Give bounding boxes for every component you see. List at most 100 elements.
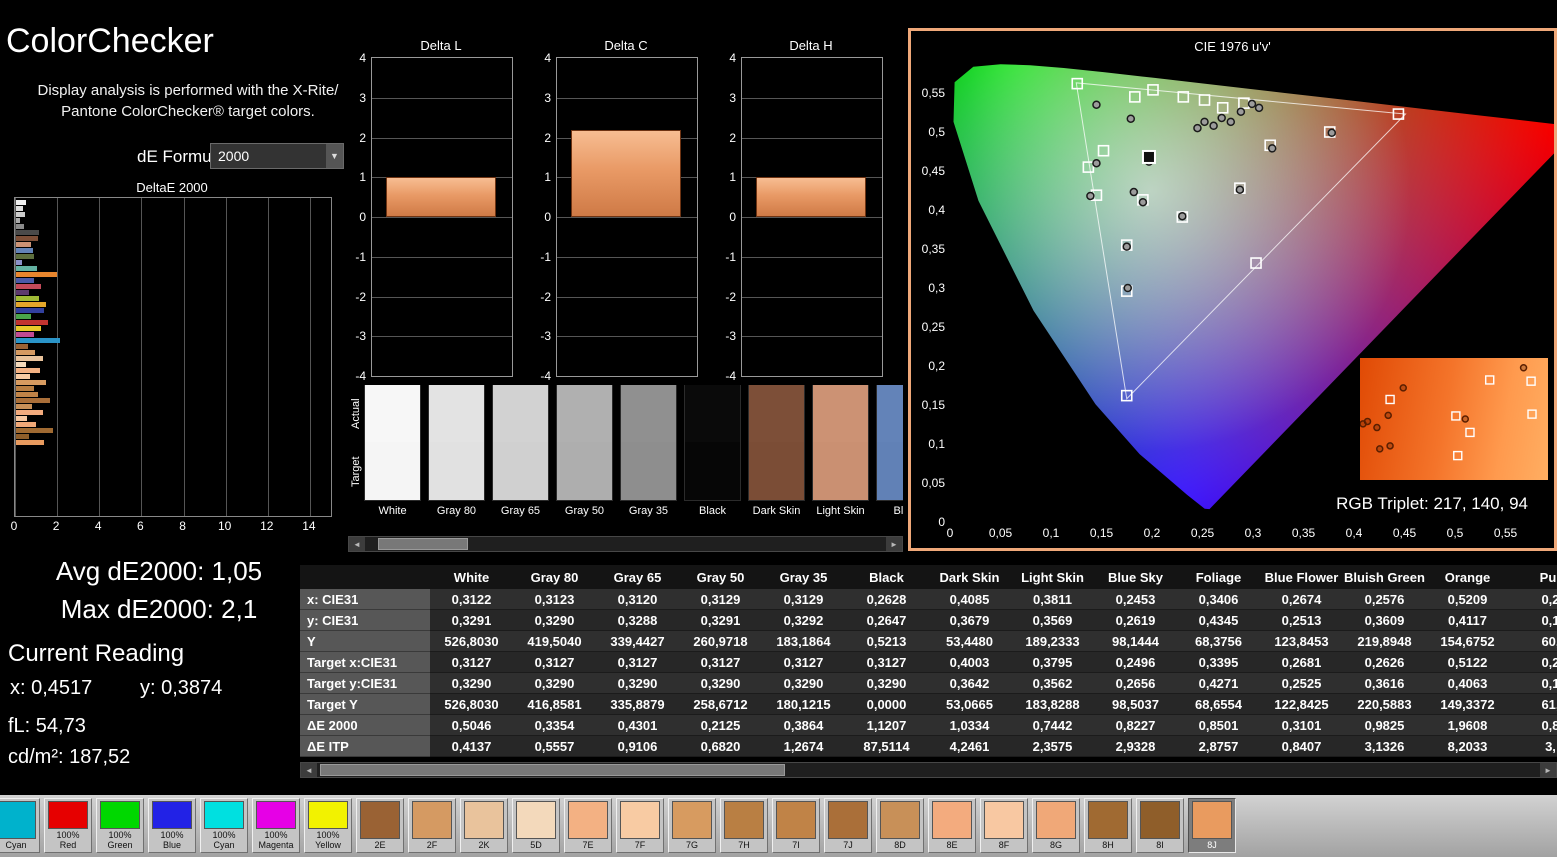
patch-button-cyan[interactable]: Cyan [0, 798, 40, 853]
table-row-label: Target x:CIE31 [300, 652, 430, 673]
swatch-actual [493, 385, 548, 442]
patch-button-7e[interactable]: 7E [564, 798, 612, 853]
table-cell: 0,4003 [949, 654, 990, 670]
table-scroll-track[interactable] [317, 763, 1540, 777]
patch-button-7h[interactable]: 7H [720, 798, 768, 853]
patch-swatch [0, 801, 36, 839]
table-scroll-right-button[interactable]: ► [1540, 763, 1556, 777]
cie-target-marker [1198, 94, 1211, 106]
delta-gridline [742, 256, 882, 258]
patch-button-100-yellow[interactable]: 100% Yellow [304, 798, 352, 853]
table-cell: 149,3372 [1440, 696, 1495, 712]
swatch-light-skin: Light Skin [812, 385, 869, 517]
patch-button-7f[interactable]: 7F [616, 798, 664, 853]
table-column-header-gray-50: Gray 50 [696, 569, 745, 585]
table-column-header-light-skin: Light Skin [1021, 569, 1084, 585]
delta-y-tick: -1 [540, 249, 551, 264]
patch-button-7j[interactable]: 7J [824, 798, 872, 853]
patch-button-2f[interactable]: 2F [408, 798, 456, 853]
table-cell: 0,3127 [700, 654, 741, 670]
swatch-label: Gray 50 [564, 505, 605, 517]
table-row-label: Target Y [300, 694, 430, 715]
description-line-2: Pantone ColorChecker® target colors. [61, 103, 315, 120]
deltae-bar-8i [16, 434, 29, 439]
table-column-header-bluish-green: Bluish Green [1344, 569, 1425, 585]
table-cell: 0,3122 [451, 591, 492, 607]
patch-label: 7G [685, 840, 698, 850]
patch-button-100-blue[interactable]: 100% Blue [148, 798, 196, 853]
table-scroll-thumb[interactable] [320, 764, 785, 776]
cie-x-tick: 0,15 [1090, 526, 1114, 540]
patch-button-8g[interactable]: 8G [1032, 798, 1080, 853]
delta-y-tick: 3 [544, 90, 551, 105]
cie-y-tick: 0,05 [922, 476, 946, 490]
patch-button-100-red[interactable]: 100% Red [44, 798, 92, 853]
table-row-values: 0,3291 0,3290 0,3288 0,3291 0,3292 0,2647 0,36… [430, 610, 1557, 631]
deltae-bar-yellow [16, 326, 41, 331]
patch-button-100-green[interactable]: 100% Green [96, 798, 144, 853]
table-cell: 0,3395 [1198, 654, 1239, 670]
table-cell: 183,1864 [776, 633, 831, 649]
patch-label: 7I [792, 840, 800, 850]
patch-swatch [100, 801, 140, 829]
swatch-strip: Actual Target White Gray 80 Gray 65 Gray 50… [348, 385, 903, 520]
table-cell: 0,1 [1541, 675, 1557, 691]
delta-bar [386, 177, 496, 217]
delta-y-tick: -1 [355, 249, 366, 264]
patch-swatch [152, 801, 192, 829]
delta-gridline [742, 336, 882, 338]
table-scrollbar[interactable]: ◄ ► [300, 762, 1557, 778]
patch-button-8i[interactable]: 8I [1136, 798, 1184, 853]
swatch-colors [556, 385, 613, 501]
patch-button-7i[interactable]: 7I [772, 798, 820, 853]
patch-button-2e[interactable]: 2E [356, 798, 404, 853]
table-cell: 0,0000 [866, 696, 907, 712]
cie-measurement-marker [1200, 117, 1209, 127]
cie-title: CIE 1976 u'v' [1194, 39, 1271, 54]
table-scroll-left-button[interactable]: ◄ [301, 763, 317, 777]
cie-measurement-marker [1129, 187, 1139, 197]
deltae-bar-blue-sky [16, 248, 34, 253]
delta-y-tick: -1 [725, 249, 736, 264]
patch-button-8d[interactable]: 8D [876, 798, 924, 853]
cie-y-tick: 0,45 [922, 164, 946, 178]
scroll-left-button[interactable]: ◄ [349, 537, 365, 551]
deltae-bar-green [16, 314, 32, 319]
cie-x-tick: 0,5 [1447, 526, 1464, 540]
patch-button-8j[interactable]: 8J [1188, 798, 1236, 853]
table-row-values: 0,3122 0,3123 0,3120 0,3129 0,3129 0,2628 0,40… [430, 589, 1557, 610]
table-cell: 0,2 [1541, 591, 1557, 607]
swatch-scroll-track[interactable] [365, 537, 886, 551]
swatch-scrollbar[interactable]: ◄ ► [348, 536, 903, 552]
patch-button-100-magenta[interactable]: 100% Magenta [252, 798, 300, 853]
swatch-scroll-thumb[interactable] [378, 538, 468, 550]
table-cell: 98,5037 [1112, 696, 1159, 712]
swatch-target [877, 442, 903, 500]
page-title: ColorChecker [6, 22, 214, 60]
patch-button-5d[interactable]: 5D [512, 798, 560, 853]
inset-target-marker [1385, 394, 1395, 405]
patch-label: 100% Yellow [315, 830, 341, 850]
patch-button-100-cyan[interactable]: 100% Cyan [200, 798, 248, 853]
delta-gridline [372, 256, 512, 258]
table-row-values: 526,8030 419,5040 339,4427 260,9718 183,1864… [430, 631, 1557, 652]
patch-label: 100% Magenta [258, 830, 294, 850]
patch-button-7g[interactable]: 7G [668, 798, 716, 853]
patch-button-8h[interactable]: 8H [1084, 798, 1132, 853]
de-formula-dropdown[interactable]: 2000 ▼ [210, 143, 344, 169]
scroll-right-button[interactable]: ► [886, 537, 902, 551]
patch-button-2k[interactable]: 2K [460, 798, 508, 853]
cie-measurement-marker [1226, 117, 1236, 127]
swatch-target [557, 442, 612, 500]
deltae-bar-moderate-red [16, 284, 42, 289]
table-cell: 0,5209 [1447, 591, 1488, 607]
deltae-bar-cyan [16, 338, 60, 343]
patch-swatch [984, 801, 1024, 839]
patch-label: 8G [1049, 840, 1062, 850]
deltae-bar-area [16, 200, 330, 446]
patch-button-8e[interactable]: 8E [928, 798, 976, 853]
patch-button-8f[interactable]: 8F [980, 798, 1028, 853]
deltae-bar-8h [16, 428, 53, 433]
table-cell: 0,3795 [1032, 654, 1073, 670]
deltae-bar-7i [16, 392, 38, 397]
